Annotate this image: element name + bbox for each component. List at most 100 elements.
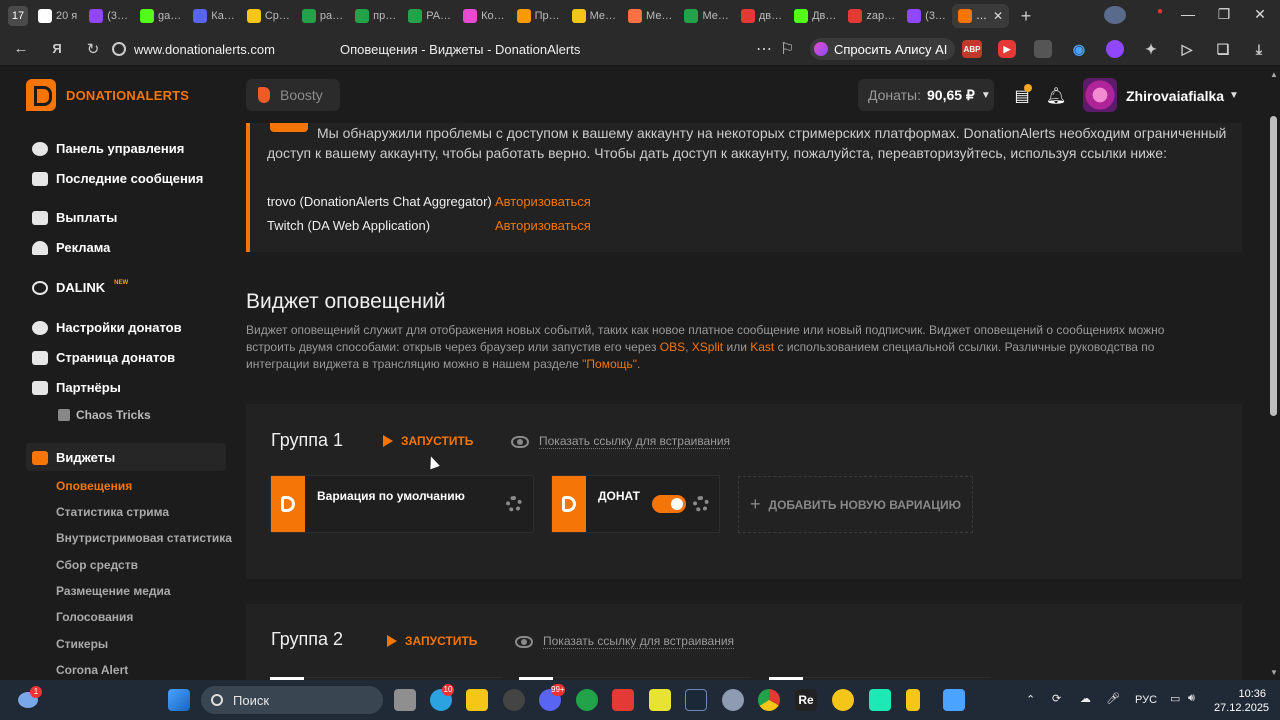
show-embed-link-button[interactable]: Показать ссылку для встраивания xyxy=(515,634,735,649)
browser-tab[interactable]: Ка… xyxy=(187,4,241,28)
start-icon[interactable] xyxy=(168,689,190,711)
cloud-icon[interactable]: ☁ xyxy=(1080,692,1091,705)
sidebar-item-dalink[interactable]: DALINK NEW xyxy=(32,280,128,295)
sidebar-item-payouts[interactable]: Выплаты xyxy=(32,210,117,225)
gear-icon[interactable] xyxy=(693,496,709,512)
twitch-ext-icon[interactable] xyxy=(1106,40,1124,58)
browser-tab[interactable]: Ме… xyxy=(622,4,678,28)
variation-card[interactable]: Вариация по умолчанию xyxy=(270,475,534,533)
browser-tab[interactable]: (3… xyxy=(901,4,952,28)
collections-icon[interactable]: ❏ xyxy=(1214,40,1232,58)
browser-tab[interactable]: дв… xyxy=(735,4,788,28)
stream-ext-icon[interactable]: ◉ xyxy=(1070,40,1088,58)
variation-card[interactable]: ДОНАТ xyxy=(551,475,720,533)
youtube-ext-icon[interactable]: ▶ xyxy=(998,40,1016,58)
extensions-icon[interactable]: ✦ xyxy=(1142,40,1160,58)
sidebar-sub-media[interactable]: Размещение медиа xyxy=(56,584,171,598)
site-logo[interactable]: DONATIONALERTS xyxy=(26,79,189,111)
sidebar-sub-stream-stats[interactable]: Статистика стрима xyxy=(56,505,169,519)
taskbar-search[interactable]: Поиск xyxy=(201,686,383,714)
scroll-thumb[interactable] xyxy=(1270,116,1277,416)
sync-icon[interactable]: ⟳ xyxy=(1052,692,1061,705)
sidebar-item-last-messages[interactable]: Последние сообщения xyxy=(32,171,203,186)
obs-link[interactable]: OBS xyxy=(660,340,685,354)
launch-button[interactable]: ЗАПУСТИТЬ xyxy=(387,634,477,648)
browser-tab[interactable]: 20 я xyxy=(32,4,83,28)
new-tab-button[interactable]: + xyxy=(1015,5,1037,27)
explorer-icon[interactable] xyxy=(466,689,488,711)
username[interactable]: Zhirovaiafialka xyxy=(1126,88,1224,104)
profile-icon[interactable] xyxy=(1104,6,1126,24)
minimize-icon[interactable]: — xyxy=(1178,6,1198,22)
url-field[interactable]: www.donationalerts.com Оповещения - Видж… xyxy=(112,37,802,61)
close-window-icon[interactable]: ✕ xyxy=(1250,6,1270,23)
browser-tab[interactable]: Ко… xyxy=(457,4,511,28)
variation-toggle[interactable] xyxy=(652,495,686,513)
donates-balance[interactable]: Донаты: 90,65 ₽ ▼ xyxy=(858,79,994,111)
bell-icon[interactable]: 🔔︎ xyxy=(1046,87,1066,105)
close-tab-icon[interactable]: ✕ xyxy=(993,9,1003,23)
browser-tab[interactable]: zap… xyxy=(842,4,901,28)
kast-link[interactable]: Kast xyxy=(750,340,774,354)
browser-tab[interactable]: Ме… xyxy=(678,4,734,28)
sidebar-sub-stickers[interactable]: Стикеры xyxy=(56,637,108,651)
obs-icon[interactable] xyxy=(503,689,525,711)
sidebar-sub-polls[interactable]: Голосования xyxy=(56,610,133,624)
authorize-link[interactable]: Авторизоваться xyxy=(495,194,591,209)
back-icon[interactable]: ← xyxy=(10,38,32,60)
sidebar-sub-chaos-tricks[interactable]: Chaos Tricks xyxy=(58,408,151,422)
authorize-link[interactable]: Авторизоваться xyxy=(495,218,591,233)
add-variation-button[interactable]: + ДОБАВИТЬ НОВУЮ ВАРИАЦИЮ xyxy=(738,476,973,533)
browser-tab[interactable]: PA… xyxy=(402,4,457,28)
boosty-button[interactable]: Boosty xyxy=(246,79,340,111)
media-icon[interactable]: ▷ xyxy=(1178,40,1196,58)
sidebar-item-donation-page[interactable]: Страница донатов xyxy=(32,350,175,365)
volume-icon[interactable]: 🔊︎ xyxy=(1188,692,1195,705)
scroll-up-icon[interactable]: ▲ xyxy=(1270,70,1278,79)
yandex-browser-icon[interactable] xyxy=(612,689,634,711)
browser-tab[interactable]: Дв… xyxy=(788,4,842,28)
download-icon[interactable]: ⤓ xyxy=(1250,40,1268,58)
sidebar-sub-instream-stats[interactable]: Внутристримовая статистика xyxy=(56,531,232,545)
display-icon[interactable]: ▭ xyxy=(1170,692,1180,705)
browser-tab[interactable]: Пр… xyxy=(511,4,566,28)
browser-tab[interactable]: … ✕ xyxy=(951,4,1009,28)
sidebar-sub-corona-alert[interactable]: Corona Alert xyxy=(56,663,128,677)
browser-tab[interactable]: пр… xyxy=(349,4,402,28)
gear-icon[interactable] xyxy=(506,496,522,512)
adblock-icon[interactable]: ABP xyxy=(962,40,982,58)
calculator-icon[interactable] xyxy=(943,689,965,711)
sun-app-icon[interactable] xyxy=(832,689,854,711)
browser-tab[interactable]: Ср… xyxy=(241,4,296,28)
browser-tab[interactable]: ра… xyxy=(296,4,349,28)
xsplit-link[interactable]: XSplit xyxy=(692,340,723,354)
sidebar-item-donation-settings[interactable]: Настройки донатов xyxy=(32,320,182,335)
scroll-down-icon[interactable]: ▼ xyxy=(1270,668,1278,677)
app-icon[interactable] xyxy=(906,689,920,711)
sidebar-sub-alerts[interactable]: Оповещения xyxy=(56,479,132,493)
browser-tab[interactable]: ga… xyxy=(134,4,187,28)
sidebar-sub-fundraising[interactable]: Сбор средств xyxy=(56,558,138,572)
avatar[interactable] xyxy=(1083,78,1117,112)
user-menu-chevron-icon[interactable]: ▼ xyxy=(1229,90,1239,101)
settings-icon[interactable] xyxy=(722,689,744,711)
app-icon[interactable] xyxy=(576,689,598,711)
site-info-icon[interactable] xyxy=(112,42,126,56)
show-embed-link-button[interactable]: Показать ссылку для встраивания xyxy=(511,434,731,449)
re-app-icon[interactable]: Re xyxy=(795,689,817,711)
tab-count-badge[interactable]: 17 xyxy=(8,6,28,26)
bookmark-icon[interactable]: ⚐ xyxy=(780,39,794,59)
browser-tab[interactable]: (3… xyxy=(83,4,134,28)
yandex-icon[interactable]: Я xyxy=(46,38,68,60)
sidebar-item-dashboard[interactable]: Панель управления xyxy=(32,141,184,156)
mic-icon[interactable]: 🎤︎ xyxy=(1106,692,1120,705)
steam-icon[interactable] xyxy=(685,689,707,711)
reload-icon[interactable]: ↻ xyxy=(82,38,104,60)
help-link[interactable]: "Помощь" xyxy=(582,357,637,371)
sidebar-item-widgets[interactable]: Виджеты xyxy=(32,450,115,465)
notes-icon[interactable] xyxy=(649,689,671,711)
task-view-icon[interactable] xyxy=(394,689,416,711)
more-icon[interactable]: ⋯ xyxy=(756,39,772,59)
browser-tab[interactable]: Ме… xyxy=(566,4,622,28)
launch-button[interactable]: ЗАПУСТИТЬ xyxy=(383,434,473,448)
